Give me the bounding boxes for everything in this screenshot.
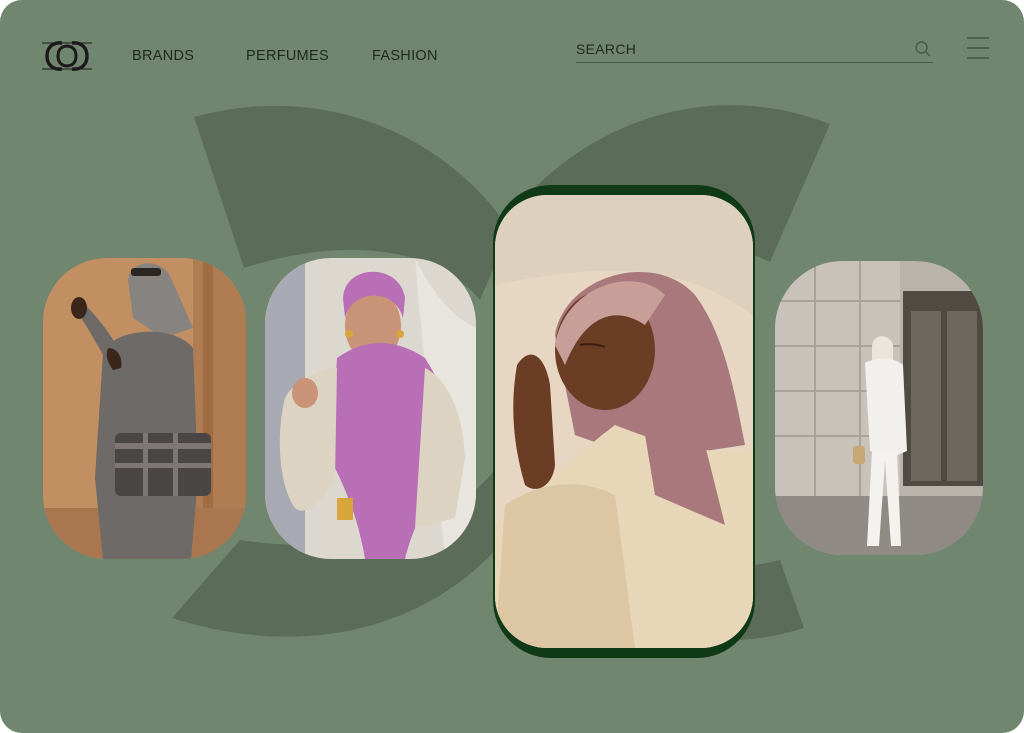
photo-woman-purple-hijab: [265, 258, 476, 559]
photo-woman-grey-headscarf: [43, 258, 246, 559]
featured-photo-frame: [495, 195, 753, 648]
gallery-card-grey-headscarf[interactable]: [43, 258, 246, 559]
photo-woman-white-suit: [775, 261, 983, 555]
nav-brands-link[interactable]: BRANDS: [132, 48, 194, 64]
nav-perfumes-link[interactable]: PERFUMES: [246, 48, 329, 64]
search-icon[interactable]: [913, 39, 933, 59]
nav-fashion-link[interactable]: FASHION: [372, 48, 438, 64]
photo-woman-mauve-hijab: [495, 195, 753, 648]
search-input[interactable]: [576, 38, 896, 60]
app-frame: BRANDS PERFUMES FASHION: [0, 0, 1024, 733]
search-bar: [576, 38, 933, 63]
gallery-card-featured-mauve-hijab[interactable]: [493, 185, 755, 658]
gallery-card-purple-hijab[interactable]: [265, 258, 476, 559]
double-c-logo[interactable]: [42, 38, 92, 74]
gallery-card-white-suit[interactable]: [775, 261, 983, 555]
hamburger-menu-icon[interactable]: [966, 36, 990, 60]
